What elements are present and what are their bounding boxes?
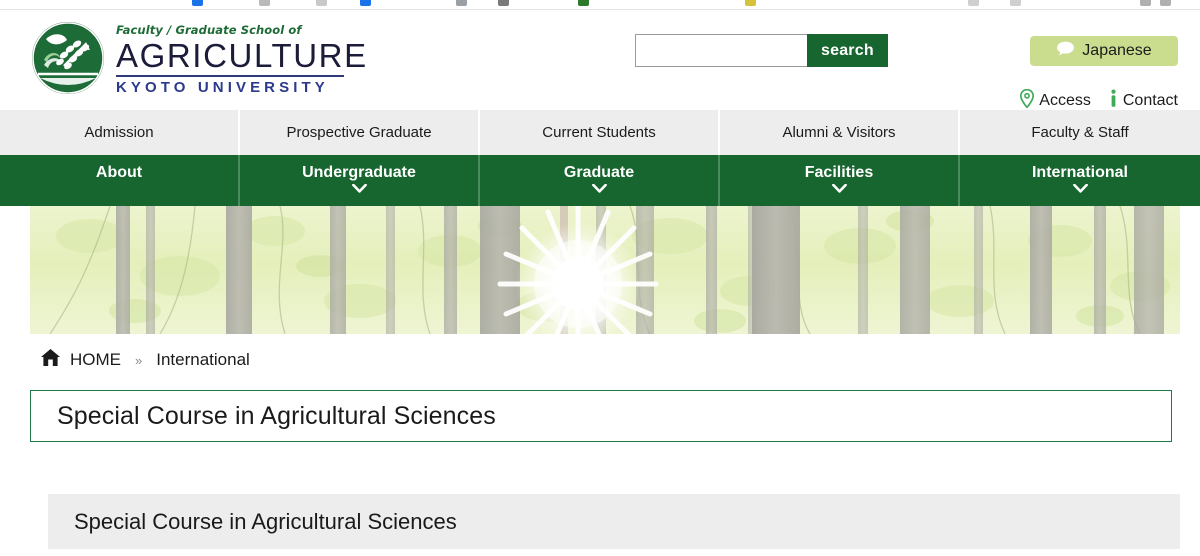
nav-top-item-label: Faculty & Staff (1031, 124, 1129, 141)
language-toggle-japanese[interactable]: Japanese (1030, 36, 1178, 66)
logo-divider (116, 74, 344, 77)
bookmark-favicon[interactable] (1160, 0, 1171, 6)
language-toggle-label: Japanese (1082, 42, 1152, 59)
section-heading: Special Course in Agricultural Sciences (74, 508, 457, 534)
home-icon (40, 348, 61, 372)
nav-main-item-label: About (95, 164, 143, 181)
speech-bubble-icon (1056, 41, 1075, 61)
bookmark-favicon[interactable] (968, 0, 979, 6)
contact-link-label: Contact (1122, 92, 1178, 109)
browser-page: Faculty / Graduate School of AGRICULTURE… (0, 0, 1200, 556)
bookmark-favicon[interactable] (1140, 0, 1151, 6)
nav-top-item-alumni-visitors[interactable]: Alumni & Visitors (720, 110, 960, 155)
logo-title: AGRICULTURE (116, 36, 368, 74)
bookmark-favicon[interactable] (360, 0, 371, 6)
site-logo[interactable]: Faculty / Graduate School of AGRICULTURE… (30, 20, 368, 96)
breadcrumb-home-link[interactable]: HOME (70, 350, 121, 370)
search-input[interactable] (635, 34, 807, 67)
page-title-box: Special Course in Agricultural Sciences (30, 390, 1172, 442)
site-header: Faculty / Graduate School of AGRICULTURE… (0, 10, 1200, 110)
section-heading-bar: Special Course in Agricultural Sciences (48, 494, 1180, 549)
site-search: search (635, 34, 888, 67)
chevron-down-icon (351, 183, 367, 193)
nav-top-item-label: Current Students (542, 124, 656, 141)
nav-top-item-prospective-graduate[interactable]: Prospective Graduate (240, 110, 480, 155)
nav-top-item-faculty-staff[interactable]: Faculty & Staff (960, 110, 1200, 155)
bookmark-favicon[interactable] (316, 0, 327, 6)
chevron-down-icon (831, 183, 847, 193)
nav-main-item-label: Graduate (563, 164, 635, 181)
nav-top-item-label: Admission (84, 124, 154, 141)
nav-top-item-current-students[interactable]: Current Students (480, 110, 720, 155)
logo-subtitle: Faculty / Graduate School of (116, 23, 302, 38)
nav-main-item-undergraduate[interactable]: Undergraduate (240, 155, 480, 206)
bookmark-favicon[interactable] (456, 0, 467, 6)
bookmark-favicon[interactable] (578, 0, 589, 6)
nav-main-item-graduate[interactable]: Graduate (480, 155, 720, 206)
nav-main-item-about[interactable]: About (0, 155, 240, 206)
nav-main-item-international[interactable]: International (960, 155, 1200, 206)
bookmark-favicon[interactable] (745, 0, 756, 6)
nav-main-item-facilities[interactable]: Facilities (720, 155, 960, 206)
primary-nav-main: About Undergraduate Graduate Facilities Inte… (0, 155, 1200, 206)
breadcrumb-current: International (156, 350, 250, 369)
access-link-label: Access (1039, 92, 1091, 109)
breadcrumb: HOME » International (40, 348, 250, 372)
logo-university: KYOTO UNIVERSITY (116, 78, 329, 96)
page-title: Special Course in Agricultural Sciences (57, 401, 496, 430)
nav-main-item-label: International (1031, 164, 1128, 181)
hero-banner-image (30, 206, 1180, 334)
breadcrumb-separator: » (135, 352, 143, 368)
chevron-down-icon (1072, 183, 1088, 193)
chevron-down-icon (591, 183, 607, 193)
nav-top-item-label: Alumni & Visitors (782, 124, 896, 141)
bookmark-favicon[interactable] (1010, 0, 1021, 6)
browser-bookmarks-bar[interactable] (0, 0, 1200, 10)
search-button[interactable]: search (807, 34, 888, 67)
nav-top-item-admission[interactable]: Admission (0, 110, 240, 155)
nav-main-item-label: Facilities (804, 164, 874, 181)
bookmark-favicon[interactable] (259, 0, 270, 6)
nav-main-item-label: Undergraduate (302, 164, 416, 181)
nav-top-item-label: Prospective Graduate (286, 124, 432, 141)
logo-wordmark: Faculty / Graduate School of AGRICULTURE… (116, 21, 368, 96)
bookmark-favicon[interactable] (498, 0, 509, 6)
agriculture-emblem-icon (30, 20, 106, 96)
bookmark-favicon[interactable] (192, 0, 203, 6)
primary-nav-top: Admission Prospective Graduate Current Stu… (0, 110, 1200, 155)
